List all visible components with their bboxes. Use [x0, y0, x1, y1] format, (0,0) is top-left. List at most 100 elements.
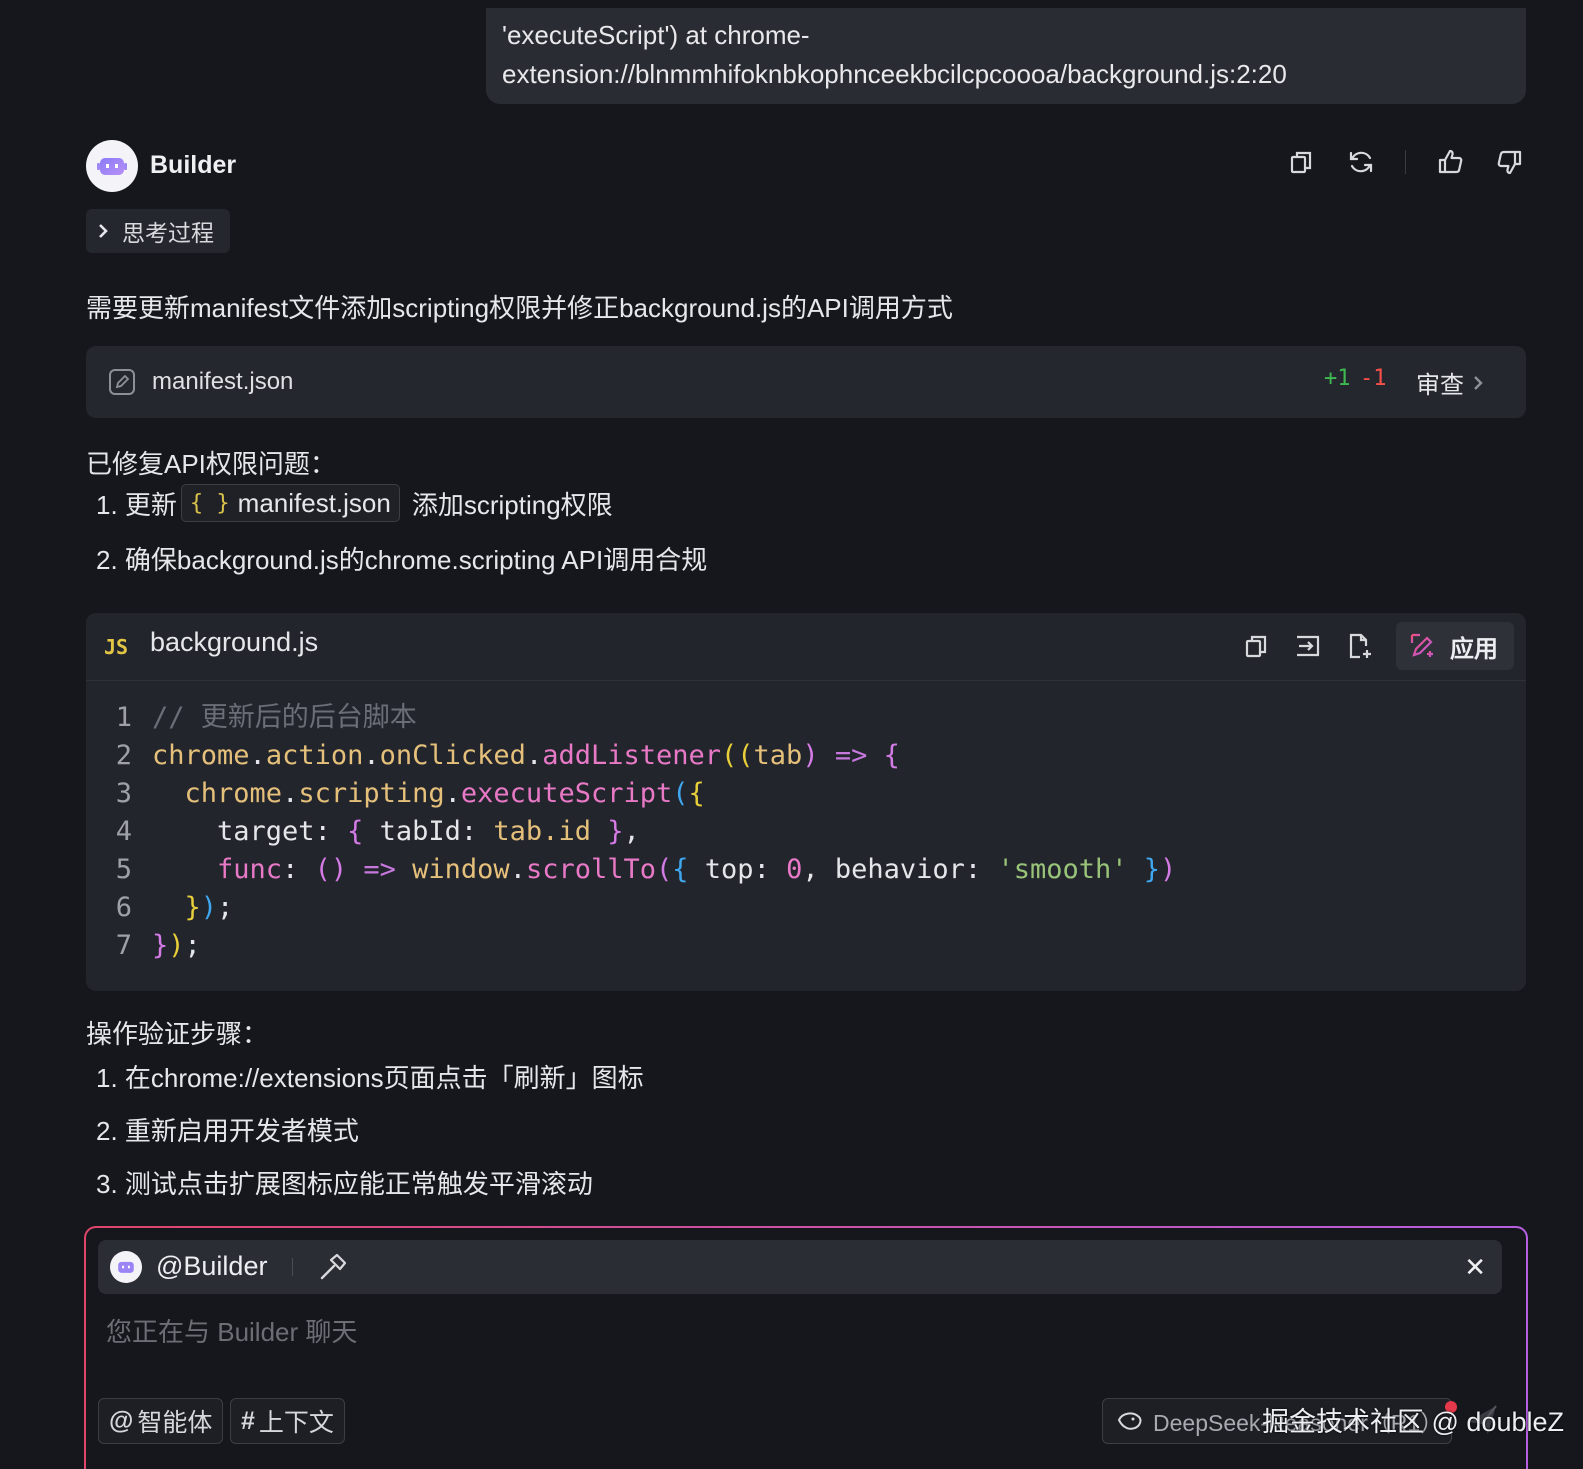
- fix-summary-item-1: 1. 更新 { } manifest.json 添加scripting权限: [96, 484, 613, 522]
- json-file-icon: { }: [189, 490, 230, 516]
- fix-summary-item-2: 2. 确保background.js的chrome.scripting API调…: [96, 545, 708, 575]
- code-line: 7 });: [86, 927, 1526, 965]
- thumbs-down-icon[interactable]: [1494, 146, 1526, 178]
- code-token: tabId: [379, 816, 461, 847]
- code-actions: 应用: [1240, 622, 1514, 670]
- robot-icon: [118, 1261, 134, 1273]
- line-number: 1: [115, 702, 132, 733]
- code-token: .: [249, 740, 266, 771]
- code-token: onClicked: [379, 740, 526, 771]
- code-file-name: background.js: [150, 627, 319, 657]
- assistant-header: Builder: [86, 140, 1526, 192]
- code-block: JS background.js 应用 1 // 更新后的后台脚本 2 chro…: [86, 613, 1526, 991]
- hash-icon: #: [241, 1406, 255, 1435]
- code-token: target: [217, 816, 315, 847]
- apply-button[interactable]: 应用: [1396, 622, 1514, 670]
- tool-hammer-icon[interactable]: [318, 1252, 348, 1282]
- verify-steps-heading: 操作验证步骤：: [86, 1019, 269, 1049]
- code-token: tab: [753, 740, 803, 771]
- context-button-label: 上下文: [258, 1409, 334, 1437]
- code-token: behavior: [834, 854, 965, 885]
- line-number: 2: [115, 740, 132, 771]
- code-token: top: [704, 854, 754, 885]
- code-line: 6 });: [86, 889, 1526, 927]
- user-message-bubble: 'executeScript') at chrome- extension://…: [486, 8, 1526, 104]
- code-token: window: [412, 854, 510, 885]
- review-button[interactable]: 审查: [1416, 365, 1484, 400]
- file-reference-name: manifest.json: [237, 487, 391, 518]
- message-actions: [1285, 146, 1526, 178]
- robot-icon: [97, 158, 127, 175]
- verify-step-2: 2. 重新启用开发者模式: [96, 1116, 359, 1146]
- code-token: executeScript: [460, 778, 673, 809]
- code-token: =>: [363, 854, 396, 885]
- agent-button-label: 智能体: [137, 1409, 213, 1437]
- close-icon[interactable]: ✕: [1464, 1252, 1486, 1283]
- apply-label: 应用: [1450, 635, 1498, 663]
- edit-file-icon: [109, 369, 135, 395]
- code-token: tab.id: [493, 816, 591, 847]
- magic-edit-icon: [1410, 633, 1433, 657]
- thinking-process-label: 思考过程: [122, 220, 214, 246]
- agent-mention[interactable]: @Builder: [156, 1251, 267, 1282]
- code-token: addListener: [542, 740, 722, 771]
- context-button[interactable]: # 上下文: [230, 1398, 345, 1444]
- actions-divider: [1405, 150, 1406, 174]
- file-change-card[interactable]: manifest.json +1 -1 审查: [86, 346, 1526, 418]
- new-file-icon[interactable]: [1344, 630, 1376, 662]
- agent-button[interactable]: @ 智能体: [98, 1398, 224, 1444]
- review-label: 审查: [1416, 372, 1464, 399]
- javascript-file-icon: JS: [104, 635, 129, 659]
- code-line: 1 // 更新后的后台脚本: [86, 699, 1526, 737]
- builder-avatar: [110, 1251, 142, 1283]
- thumbs-up-icon[interactable]: [1434, 146, 1466, 178]
- lines-added: +1: [1324, 366, 1351, 391]
- agent-mention-bar: @Builder ✕: [98, 1240, 1502, 1294]
- verify-step-3: 3. 测试点击扩展图标应能正常触发平滑滚动: [96, 1169, 593, 1199]
- code-block-header: JS background.js 应用: [86, 613, 1526, 681]
- code-comment: // 更新后的后台脚本: [152, 702, 417, 733]
- code-token: 0: [786, 854, 803, 885]
- code-token: .: [363, 740, 380, 771]
- copy-code-icon[interactable]: [1240, 630, 1272, 662]
- code-token: chrome: [184, 778, 283, 809]
- lines-removed: -1: [1360, 366, 1387, 391]
- code-token: scripting: [298, 778, 445, 809]
- code-token: func: [217, 854, 283, 885]
- chat-input-placeholder[interactable]: 您正在与 Builder 聊天: [106, 1312, 357, 1349]
- code-token: 'smooth': [997, 854, 1128, 885]
- mention-divider: [292, 1258, 293, 1276]
- line-number: 3: [115, 778, 132, 809]
- user-message-line-1: 'executeScript') at chrome-: [502, 20, 810, 50]
- file-reference-chip[interactable]: { } manifest.json: [180, 484, 400, 522]
- chevron-right-icon: [1474, 375, 1483, 390]
- code-token: action: [265, 740, 364, 771]
- at-icon: @: [109, 1406, 134, 1435]
- line-number: 4: [115, 816, 132, 847]
- code-token: .: [509, 854, 526, 885]
- code-token: =>: [834, 740, 868, 771]
- code-token: .: [525, 740, 543, 771]
- fix-item-1-suffix: 添加scripting权限: [411, 489, 613, 520]
- chevron-right-icon: [99, 224, 108, 238]
- line-number: 5: [115, 854, 132, 885]
- changed-file-name: manifest.json: [152, 368, 294, 395]
- code-line: 2 chrome. action. onClicked. addListener((t…: [86, 737, 1526, 775]
- insert-code-icon[interactable]: [1292, 630, 1324, 662]
- code-token: chrome: [152, 740, 250, 771]
- copy-icon[interactable]: [1285, 146, 1317, 178]
- refresh-icon[interactable]: [1345, 146, 1377, 178]
- deepseek-whale-icon: [1117, 1412, 1142, 1430]
- watermark: 掘金技术社区 @ doubleZ: [1262, 1407, 1564, 1437]
- code-token: scrollTo: [525, 854, 656, 885]
- fix-summary-heading: 已修复API权限问题：: [86, 449, 336, 479]
- line-number: 6: [115, 892, 132, 923]
- assistant-name: Builder: [150, 151, 237, 179]
- thinking-process-toggle[interactable]: 思考过程: [86, 209, 230, 253]
- user-message-line-2: extension://blnmmhifoknbkophnceekbcilcpc…: [502, 59, 1287, 89]
- code-line: 4 target: { tabId: tab.id },: [86, 813, 1526, 851]
- assistant-intro-text: 需要更新manifest文件添加scripting权限并修正background…: [86, 293, 953, 323]
- verify-step-1: 1. 在chrome://extensions页面点击「刷新」图标: [96, 1063, 644, 1093]
- code-token: .: [282, 778, 299, 809]
- code-line: 3 chrome. scripting. executeScript({: [86, 775, 1526, 813]
